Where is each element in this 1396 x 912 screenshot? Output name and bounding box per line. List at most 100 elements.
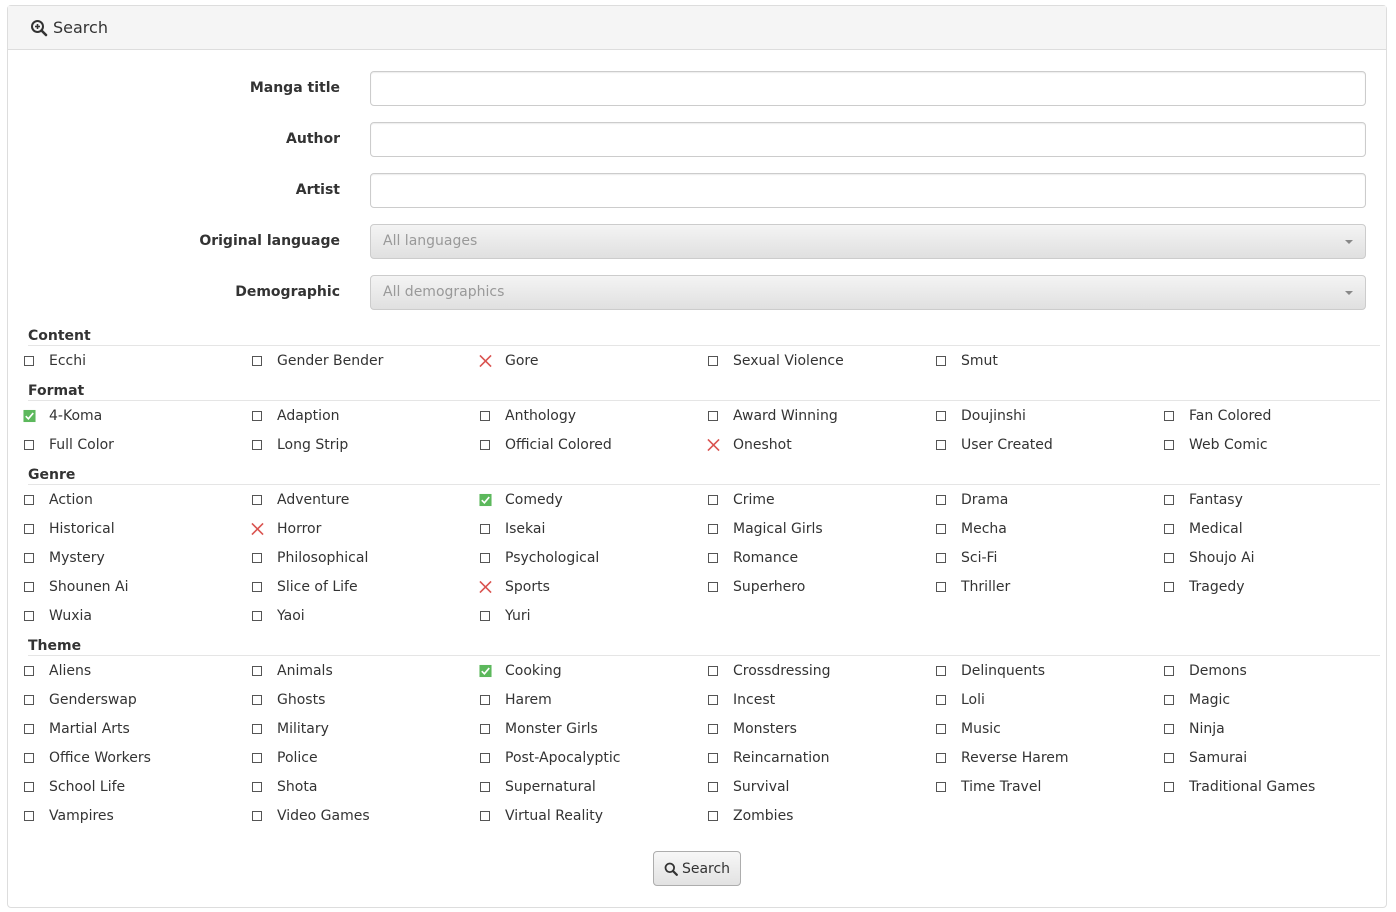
- square-icon: [708, 752, 718, 763]
- tag-ecchi[interactable]: Ecchi: [24, 346, 256, 375]
- search-button-label: Search: [681, 860, 731, 877]
- tag-doujinshi[interactable]: Doujinshi: [936, 401, 1168, 430]
- tag-user-created[interactable]: User Created: [936, 430, 1168, 459]
- tag-martial-arts[interactable]: Martial Arts: [24, 714, 256, 743]
- tag-medical[interactable]: Medical: [1164, 514, 1396, 543]
- tag-gender-bender[interactable]: Gender Bender: [252, 346, 484, 375]
- tag-sexual-violence[interactable]: Sexual Violence: [708, 346, 940, 375]
- tag-label: Mecha: [961, 520, 1007, 537]
- tag-sports[interactable]: Sports: [479, 572, 712, 601]
- square-icon: [252, 494, 262, 505]
- square-icon: [24, 694, 34, 705]
- tag-military[interactable]: Military: [252, 714, 484, 743]
- tag-horror[interactable]: Horror: [251, 514, 484, 543]
- tag-shounen-ai[interactable]: Shounen Ai: [24, 572, 256, 601]
- search-button[interactable]: Search: [653, 851, 741, 886]
- tag-office-workers[interactable]: Office Workers: [24, 743, 256, 772]
- tag-award-winning[interactable]: Award Winning: [708, 401, 940, 430]
- tag-crime[interactable]: Crime: [708, 485, 940, 514]
- tag-gore[interactable]: Gore: [479, 346, 712, 375]
- tag-adventure[interactable]: Adventure: [252, 485, 484, 514]
- tag-incest[interactable]: Incest: [708, 685, 940, 714]
- demographic-value: All demographics: [383, 284, 505, 300]
- tag-fan-colored[interactable]: Fan Colored: [1164, 401, 1396, 430]
- tag-tragedy[interactable]: Tragedy: [1164, 572, 1396, 601]
- tag-isekai[interactable]: Isekai: [480, 514, 712, 543]
- tag-ninja[interactable]: Ninja: [1164, 714, 1396, 743]
- tag-ghosts[interactable]: Ghosts: [252, 685, 484, 714]
- tag-virtual-reality[interactable]: Virtual Reality: [480, 801, 712, 830]
- tag-slice-of-life[interactable]: Slice of Life: [252, 572, 484, 601]
- tag-yuri[interactable]: Yuri: [480, 601, 712, 630]
- tag-magic[interactable]: Magic: [1164, 685, 1396, 714]
- tag-drama[interactable]: Drama: [936, 485, 1168, 514]
- tag-survival[interactable]: Survival: [708, 772, 940, 801]
- square-icon: [1164, 410, 1174, 421]
- tag-supernatural[interactable]: Supernatural: [480, 772, 712, 801]
- tag-anthology[interactable]: Anthology: [480, 401, 712, 430]
- tag-mecha[interactable]: Mecha: [936, 514, 1168, 543]
- tag-school-life[interactable]: School Life: [24, 772, 256, 801]
- square-icon: [1164, 494, 1174, 505]
- author-input[interactable]: [370, 121, 1366, 157]
- tag-web-comic[interactable]: Web Comic: [1164, 430, 1396, 459]
- tag-sci-fi[interactable]: Sci-Fi: [936, 543, 1168, 572]
- artist-input[interactable]: [370, 172, 1366, 208]
- tag-smut[interactable]: Smut: [936, 346, 1168, 375]
- tag-post-apocalyptic[interactable]: Post-Apocalyptic: [480, 743, 712, 772]
- tag-fantasy[interactable]: Fantasy: [1164, 485, 1396, 514]
- tag-aliens[interactable]: Aliens: [24, 656, 256, 685]
- tag-samurai[interactable]: Samurai: [1164, 743, 1396, 772]
- tag-demons[interactable]: Demons: [1164, 656, 1396, 685]
- tag-superhero[interactable]: Superhero: [708, 572, 940, 601]
- tag-vampires[interactable]: Vampires: [24, 801, 256, 830]
- tag-reincarnation[interactable]: Reincarnation: [708, 743, 940, 772]
- tag-thriller[interactable]: Thriller: [936, 572, 1168, 601]
- tag-magical-girls[interactable]: Magical Girls: [708, 514, 940, 543]
- tag-romance[interactable]: Romance: [708, 543, 940, 572]
- tag-harem[interactable]: Harem: [480, 685, 712, 714]
- original-language-select[interactable]: All languages: [370, 223, 1366, 259]
- tag-4-koma[interactable]: 4-Koma: [23, 401, 256, 430]
- tag-philosophical[interactable]: Philosophical: [252, 543, 484, 572]
- tag-genderswap[interactable]: Genderswap: [24, 685, 256, 714]
- tag-action[interactable]: Action: [24, 485, 256, 514]
- tag-shota[interactable]: Shota: [252, 772, 484, 801]
- tag-shoujo-ai[interactable]: Shoujo Ai: [1164, 543, 1396, 572]
- tag-reverse-harem[interactable]: Reverse Harem: [936, 743, 1168, 772]
- tag-oneshot[interactable]: Oneshot: [707, 430, 940, 459]
- tag-label: Medical: [1189, 520, 1243, 537]
- tag-traditional-games[interactable]: Traditional Games: [1164, 772, 1396, 801]
- tag-wuxia[interactable]: Wuxia: [24, 601, 256, 630]
- tag-monsters[interactable]: Monsters: [708, 714, 940, 743]
- tag-music[interactable]: Music: [936, 714, 1168, 743]
- times-icon: [251, 522, 264, 535]
- tag-label: Ecchi: [49, 352, 87, 369]
- search-icon: [664, 862, 678, 876]
- square-icon: [480, 810, 490, 821]
- manga-title-input[interactable]: [370, 70, 1366, 106]
- tag-label: Long Strip: [277, 436, 349, 453]
- tag-mystery[interactable]: Mystery: [24, 543, 256, 572]
- tag-monster-girls[interactable]: Monster Girls: [480, 714, 712, 743]
- tag-zombies[interactable]: Zombies: [708, 801, 940, 830]
- tag-official-colored[interactable]: Official Colored: [480, 430, 712, 459]
- tag-full-color[interactable]: Full Color: [24, 430, 256, 459]
- tag-label: Zombies: [733, 807, 794, 824]
- tag-comedy[interactable]: Comedy: [479, 485, 712, 514]
- tag-police[interactable]: Police: [252, 743, 484, 772]
- square-icon: [1164, 694, 1174, 705]
- tag-crossdressing[interactable]: Crossdressing: [708, 656, 940, 685]
- tag-time-travel[interactable]: Time Travel: [936, 772, 1168, 801]
- tag-loli[interactable]: Loli: [936, 685, 1168, 714]
- demographic-select[interactable]: All demographics: [370, 274, 1366, 310]
- tag-historical[interactable]: Historical: [24, 514, 256, 543]
- tag-long-strip[interactable]: Long Strip: [252, 430, 484, 459]
- tag-yaoi[interactable]: Yaoi: [252, 601, 484, 630]
- tag-animals[interactable]: Animals: [252, 656, 484, 685]
- tag-video-games[interactable]: Video Games: [252, 801, 484, 830]
- tag-psychological[interactable]: Psychological: [480, 543, 712, 572]
- tag-delinquents[interactable]: Delinquents: [936, 656, 1168, 685]
- tag-cooking[interactable]: Cooking: [479, 656, 712, 685]
- tag-adaption[interactable]: Adaption: [252, 401, 484, 430]
